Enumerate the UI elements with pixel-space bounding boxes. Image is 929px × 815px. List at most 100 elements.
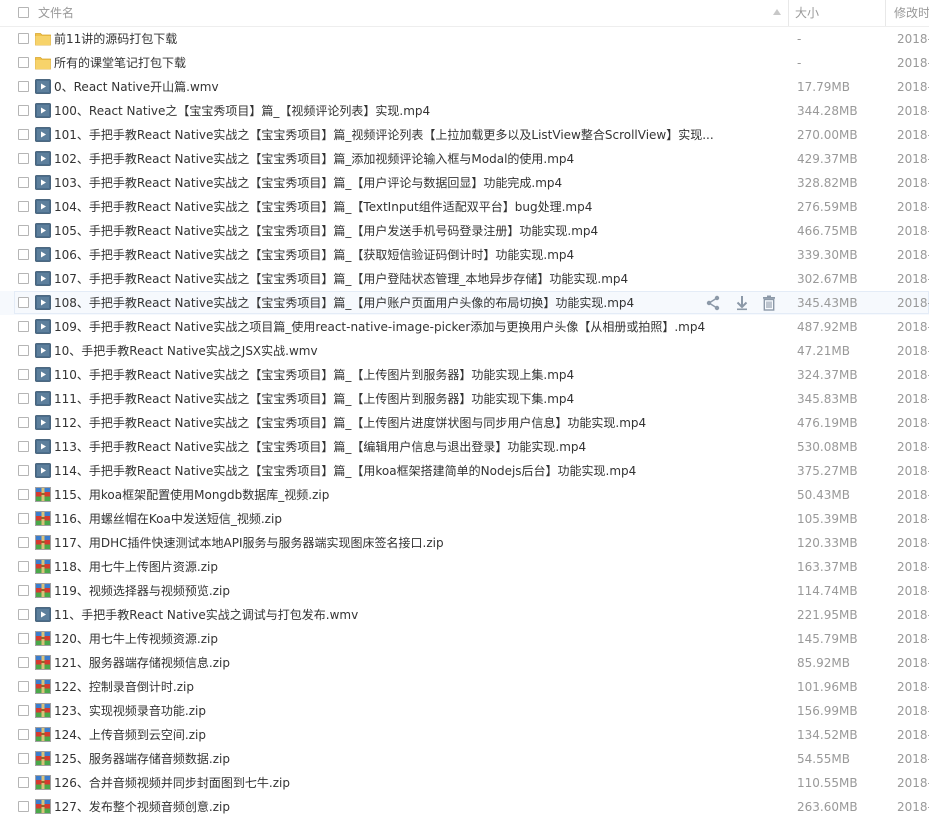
- file-name[interactable]: 所有的课堂笔记打包下载: [54, 51, 714, 75]
- column-header-name[interactable]: 文件名: [0, 0, 787, 26]
- file-name[interactable]: 100、React Native之【宝宝秀项目】篇_【视频评论列表】实现.mp4: [54, 99, 714, 123]
- file-name[interactable]: 0、React Native开山篇.wmv: [54, 75, 714, 99]
- row-checkbox[interactable]: [18, 585, 29, 596]
- file-row[interactable]: 114、手把手教React Native实战之【宝宝秀项目】篇_【用koa框架搭…: [0, 459, 929, 483]
- row-checkbox[interactable]: [18, 633, 29, 644]
- row-checkbox[interactable]: [18, 105, 29, 116]
- row-checkbox[interactable]: [18, 489, 29, 500]
- file-name[interactable]: 111、手把手教React Native实战之【宝宝秀项目】篇_【上传图片到服务…: [54, 387, 714, 411]
- file-name[interactable]: 118、用七牛上传图片资源.zip: [54, 555, 714, 579]
- file-row[interactable]: 所有的课堂笔记打包下载 - 2018-: [0, 51, 929, 75]
- file-row[interactable]: 123、实现视频录音功能.zip 156.99MB 2018-: [0, 699, 929, 723]
- sort-ascending-icon[interactable]: [773, 9, 781, 15]
- file-row[interactable]: 100、React Native之【宝宝秀项目】篇_【视频评论列表】实现.mp4…: [0, 99, 929, 123]
- download-icon[interactable]: [733, 294, 751, 312]
- file-row[interactable]: 109、手把手教React Native实战之项目篇_使用react-nativ…: [0, 315, 929, 339]
- file-row[interactable]: 111、手把手教React Native实战之【宝宝秀项目】篇_【上传图片到服务…: [0, 387, 929, 411]
- file-row[interactable]: 120、用七牛上传视频资源.zip 145.79MB 2018-: [0, 627, 929, 651]
- file-name[interactable]: 119、视频选择器与视频预览.zip: [54, 579, 714, 603]
- row-checkbox[interactable]: [18, 81, 29, 92]
- file-row[interactable]: 102、手把手教React Native实战之【宝宝秀项目】篇_添加视频评论输入…: [0, 147, 929, 171]
- row-checkbox[interactable]: [18, 513, 29, 524]
- row-checkbox[interactable]: [18, 777, 29, 788]
- row-checkbox[interactable]: [18, 129, 29, 140]
- file-row[interactable]: 117、用DHC插件快速测试本地API服务与服务器端实现图床签名接口.zip 1…: [0, 531, 929, 555]
- row-checkbox[interactable]: [18, 369, 29, 380]
- file-name[interactable]: 124、上传音频到云空间.zip: [54, 723, 714, 747]
- row-checkbox[interactable]: [18, 801, 29, 812]
- row-checkbox[interactable]: [18, 753, 29, 764]
- row-checkbox[interactable]: [18, 225, 29, 236]
- file-row[interactable]: 113、手把手教React Native实战之【宝宝秀项目】篇_【编辑用户信息与…: [0, 435, 929, 459]
- delete-icon[interactable]: [760, 294, 778, 312]
- file-row[interactable]: 127、发布整个视频音频创意.zip 263.60MB 2018-: [0, 795, 929, 815]
- file-name[interactable]: 前11讲的源码打包下载: [54, 27, 714, 51]
- column-header-size[interactable]: 大小: [788, 0, 884, 26]
- select-all-checkbox[interactable]: [18, 7, 29, 18]
- file-row[interactable]: 124、上传音频到云空间.zip 134.52MB 2018-: [0, 723, 929, 747]
- file-name[interactable]: 107、手把手教React Native实战之【宝宝秀项目】篇_【用户登陆状态管…: [54, 267, 714, 291]
- file-row[interactable]: 110、手把手教React Native实战之【宝宝秀项目】篇_【上传图片到服务…: [0, 363, 929, 387]
- row-checkbox[interactable]: [18, 537, 29, 548]
- row-checkbox[interactable]: [18, 417, 29, 428]
- row-checkbox[interactable]: [18, 393, 29, 404]
- share-icon[interactable]: [704, 294, 722, 312]
- file-row[interactable]: 122、控制录音倒计时.zip 101.96MB 2018-: [0, 675, 929, 699]
- file-row[interactable]: 119、视频选择器与视频预览.zip 114.74MB 2018-: [0, 579, 929, 603]
- file-name[interactable]: 103、手把手教React Native实战之【宝宝秀项目】篇_【用户评论与数据…: [54, 171, 714, 195]
- row-checkbox[interactable]: [18, 273, 29, 284]
- file-row[interactable]: 116、用螺丝帽在Koa中发送短信_视频.zip 105.39MB 2018-: [0, 507, 929, 531]
- row-checkbox[interactable]: [18, 177, 29, 188]
- file-row[interactable]: 前11讲的源码打包下载 - 2018-: [0, 27, 929, 51]
- row-checkbox[interactable]: [18, 321, 29, 332]
- file-name[interactable]: 112、手把手教React Native实战之【宝宝秀项目】篇_【上传图片进度饼…: [54, 411, 714, 435]
- row-checkbox[interactable]: [18, 153, 29, 164]
- row-checkbox[interactable]: [18, 561, 29, 572]
- file-row[interactable]: 125、服务器端存储音频数据.zip 54.55MB 2018-: [0, 747, 929, 771]
- file-row[interactable]: 115、用koa框架配置使用Mongdb数据库_视频.zip 50.43MB 2…: [0, 483, 929, 507]
- file-row[interactable]: 118、用七牛上传图片资源.zip 163.37MB 2018-: [0, 555, 929, 579]
- file-row[interactable]: 104、手把手教React Native实战之【宝宝秀项目】篇_【TextInp…: [0, 195, 929, 219]
- file-name[interactable]: 127、发布整个视频音频创意.zip: [54, 795, 714, 815]
- column-header-modified[interactable]: 修改时: [885, 0, 929, 26]
- file-row[interactable]: 103、手把手教React Native实战之【宝宝秀项目】篇_【用户评论与数据…: [0, 171, 929, 195]
- row-checkbox[interactable]: [18, 729, 29, 740]
- file-name[interactable]: 117、用DHC插件快速测试本地API服务与服务器端实现图床签名接口.zip: [54, 531, 714, 555]
- file-row[interactable]: 112、手把手教React Native实战之【宝宝秀项目】篇_【上传图片进度饼…: [0, 411, 929, 435]
- file-name[interactable]: 125、服务器端存储音频数据.zip: [54, 747, 714, 771]
- file-name[interactable]: 106、手把手教React Native实战之【宝宝秀项目】篇_【获取短信验证码…: [54, 243, 714, 267]
- file-name[interactable]: 122、控制录音倒计时.zip: [54, 675, 714, 699]
- file-name[interactable]: 115、用koa框架配置使用Mongdb数据库_视频.zip: [54, 483, 714, 507]
- row-checkbox[interactable]: [18, 441, 29, 452]
- row-checkbox[interactable]: [18, 705, 29, 716]
- file-name[interactable]: 105、手把手教React Native实战之【宝宝秀项目】篇_【用户发送手机号…: [54, 219, 714, 243]
- row-checkbox[interactable]: [18, 465, 29, 476]
- file-row[interactable]: 11、手把手教React Native实战之调试与打包发布.wmv 221.95…: [0, 603, 929, 627]
- file-name[interactable]: 109、手把手教React Native实战之项目篇_使用react-nativ…: [54, 315, 714, 339]
- file-name[interactable]: 102、手把手教React Native实战之【宝宝秀项目】篇_添加视频评论输入…: [54, 147, 714, 171]
- file-name[interactable]: 108、手把手教React Native实战之【宝宝秀项目】篇_【用户账户页面用…: [54, 291, 714, 315]
- file-name[interactable]: 11、手把手教React Native实战之调试与打包发布.wmv: [54, 603, 714, 627]
- file-row[interactable]: 101、手把手教React Native实战之【宝宝秀项目】篇_视频评论列表【上…: [0, 123, 929, 147]
- file-row[interactable]: 121、服务器端存储视频信息.zip 85.92MB 2018-: [0, 651, 929, 675]
- file-name[interactable]: 101、手把手教React Native实战之【宝宝秀项目】篇_视频评论列表【上…: [54, 123, 714, 147]
- file-name[interactable]: 120、用七牛上传视频资源.zip: [54, 627, 714, 651]
- file-name[interactable]: 104、手把手教React Native实战之【宝宝秀项目】篇_【TextInp…: [54, 195, 714, 219]
- file-name[interactable]: 114、手把手教React Native实战之【宝宝秀项目】篇_【用koa框架搭…: [54, 459, 714, 483]
- file-row[interactable]: 0、React Native开山篇.wmv 17.79MB 2018-: [0, 75, 929, 99]
- file-name[interactable]: 126、合并音频视频并同步封面图到七牛.zip: [54, 771, 714, 795]
- file-row[interactable]: 105、手把手教React Native实战之【宝宝秀项目】篇_【用户发送手机号…: [0, 219, 929, 243]
- file-name[interactable]: 10、手把手教React Native实战之JSX实战.wmv: [54, 339, 714, 363]
- row-checkbox[interactable]: [18, 345, 29, 356]
- file-row[interactable]: 126、合并音频视频并同步封面图到七牛.zip 110.55MB 2018-: [0, 771, 929, 795]
- file-name[interactable]: 113、手把手教React Native实战之【宝宝秀项目】篇_【编辑用户信息与…: [54, 435, 714, 459]
- file-row[interactable]: 10、手把手教React Native实战之JSX实战.wmv 47.21MB …: [0, 339, 929, 363]
- row-checkbox[interactable]: [18, 681, 29, 692]
- row-checkbox[interactable]: [18, 57, 29, 68]
- row-checkbox[interactable]: [18, 609, 29, 620]
- file-name[interactable]: 110、手把手教React Native实战之【宝宝秀项目】篇_【上传图片到服务…: [54, 363, 714, 387]
- file-name[interactable]: 116、用螺丝帽在Koa中发送短信_视频.zip: [54, 507, 714, 531]
- row-checkbox[interactable]: [18, 657, 29, 668]
- row-checkbox[interactable]: [18, 201, 29, 212]
- file-row[interactable]: 107、手把手教React Native实战之【宝宝秀项目】篇_【用户登陆状态管…: [0, 267, 929, 291]
